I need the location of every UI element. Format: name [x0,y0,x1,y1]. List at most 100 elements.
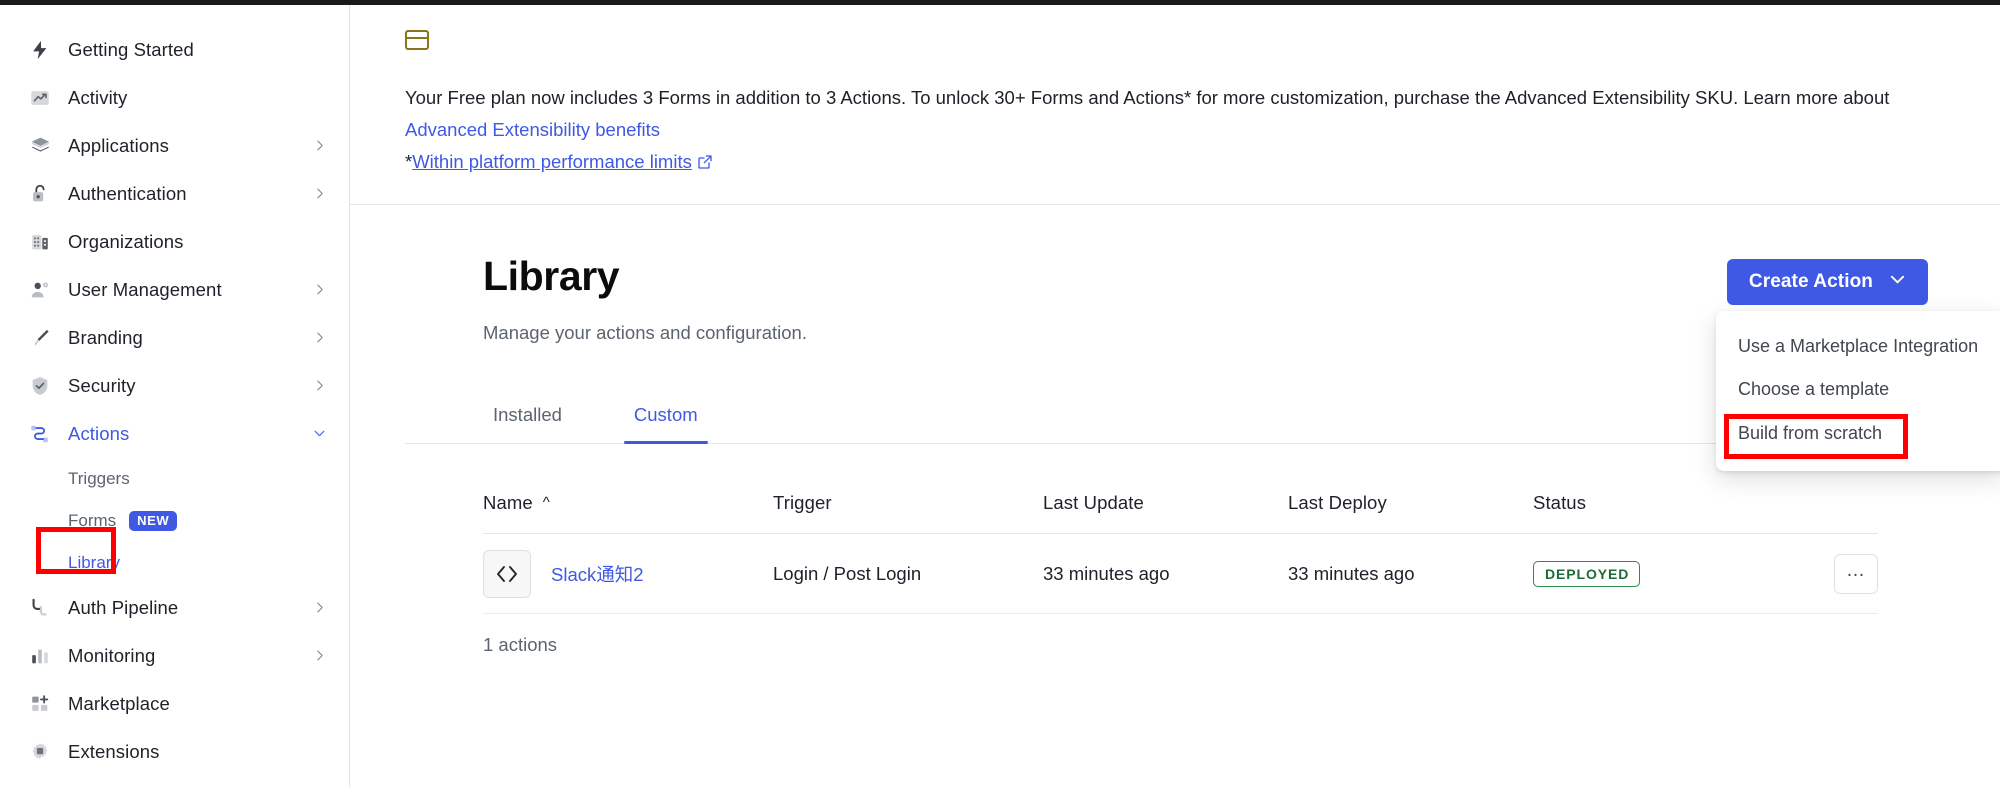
page-title: Library [483,253,620,299]
create-action-button[interactable]: Create Action [1726,259,1928,305]
pipeline-icon [28,596,52,620]
cell-name: Slack通知2 [483,549,773,598]
column-header-name[interactable]: Name ^ [483,492,773,514]
sidebar-item-applications[interactable]: Applications [0,122,349,170]
column-header-trigger: Trigger [773,491,832,513]
gear-chip-icon [28,740,52,764]
column-header-last-deploy: Last Deploy [1288,491,1387,513]
sidebar-item-label: Auth Pipeline [68,597,179,618]
grid-plus-icon [28,692,52,716]
paintbrush-icon [28,326,52,350]
sidebar-item-label: Branding [68,327,143,348]
ellipsis-icon: … [1846,559,1866,581]
sidebar: Getting Started Activity Applications Au… [0,0,350,787]
create-action-dropdown-menu: Use a Marketplace Integration Choose a t… [1716,311,2000,472]
sidebar-item-security[interactable]: Security [0,362,349,410]
app-root: Getting Started Activity Applications Au… [0,0,2000,787]
column-header-last-update: Last Update [1043,491,1144,513]
user-gear-icon [28,278,52,302]
shield-check-icon [28,374,52,398]
sidebar-item-monitoring[interactable]: Monitoring [0,632,349,680]
chevron-down-icon [1889,271,1906,294]
sidebar-item-organizations[interactable]: Organizations [0,218,349,266]
sidebar-item-user-management[interactable]: User Management [0,266,349,314]
row-actions-menu-button[interactable]: … [1834,553,1878,594]
sidebar-item-marketplace[interactable]: Marketplace [0,680,349,728]
code-brackets-icon [483,549,531,598]
banner-message-text: Your Free plan now includes 3 Forms in a… [405,87,1890,108]
banner-message: Your Free plan now includes 3 Forms in a… [405,82,1960,180]
sidebar-subitem-label: Library [68,553,120,572]
table-footer-count: 1 actions [483,634,558,656]
sidebar-item-getting-started[interactable]: Getting Started [0,26,349,74]
page-header-row: Library Manage your actions and configur… [405,253,2000,472]
menu-item-choose-a-template[interactable]: Choose a template [1716,368,2000,411]
chevron-right-icon [313,139,327,153]
chevron-right-icon [313,379,327,393]
sidebar-subitem-library[interactable]: Library [0,542,349,584]
sidebar-item-label: Marketplace [68,693,170,714]
sidebar-subitem-label: Triggers [68,469,130,488]
activity-chart-icon [28,86,52,110]
menu-item-use-marketplace-integration[interactable]: Use a Marketplace Integration [1716,325,2000,368]
sidebar-item-authentication[interactable]: Authentication [0,170,349,218]
column-header-status: Status [1533,491,1587,513]
tab-custom[interactable]: Custom [623,404,708,445]
advanced-extensibility-benefits-link[interactable]: Advanced Extensibility benefits [405,119,660,140]
page-header-left: Library Manage your actions and configur… [405,253,1727,344]
chevron-right-icon [313,331,327,345]
sidebar-item-label: User Management [68,279,222,300]
sort-ascending-icon: ^ [542,494,550,512]
chevron-right-icon [313,601,327,615]
library-page: Library Manage your actions and configur… [350,205,2000,656]
tab-installed[interactable]: Installed [483,404,572,443]
cell-trigger: Login / Post Login [773,562,922,584]
chevron-right-icon [313,187,327,201]
chevron-right-icon [313,649,327,663]
sidebar-item-label: Getting Started [68,39,194,60]
building-icon [28,230,52,254]
main-content: Your Free plan now includes 3 Forms in a… [350,0,2000,787]
sidebar-subitem-triggers[interactable]: Triggers [0,458,349,500]
actions-table: Name ^ Trigger Last Update Last Deploy S… [405,490,1928,615]
sidebar-item-activity[interactable]: Activity [0,74,349,122]
platform-performance-limits-link[interactable]: Within platform performance limits [412,151,692,172]
sidebar-item-label: Security [68,375,136,396]
sidebar-item-label: Authentication [68,183,187,204]
status-badge: DEPLOYED [1533,560,1641,587]
sidebar-item-label: Actions [68,423,130,444]
sidebar-item-auth-pipeline[interactable]: Auth Pipeline [0,584,349,632]
cell-last-update: 33 minutes ago [1043,562,1170,584]
actions-flow-icon [28,422,52,446]
layers-icon [28,134,52,158]
create-action-area: Create Action Use a Marketplace Integrat… [1716,259,2000,472]
cell-status: DEPLOYED [1533,560,1834,587]
sidebar-item-label: Extensions [68,741,160,762]
sidebar-item-label: Monitoring [68,645,156,666]
sidebar-item-label: Activity [68,87,128,108]
sidebar-item-actions[interactable]: Actions [0,410,349,458]
sidebar-item-label: Applications [68,135,169,156]
action-name-link[interactable]: Slack通知2 [551,561,644,587]
browser-top-strip [0,0,2000,5]
column-header-name-label: Name [483,491,533,513]
sidebar-item-extensions[interactable]: Extensions [0,728,349,776]
sidebar-item-label: Organizations [68,231,184,252]
sidebar-item-branding[interactable]: Branding [0,314,349,362]
new-badge: NEW [129,511,178,531]
page-subtitle: Manage your actions and configuration. [483,322,807,344]
sidebar-subitem-label: Forms [68,511,117,530]
bolt-icon [28,38,52,62]
chevron-down-icon [313,427,327,441]
cell-last-deploy: 33 minutes ago [1288,562,1415,584]
table-header-row: Name ^ Trigger Last Update Last Deploy S… [483,490,1878,535]
menu-item-build-from-scratch[interactable]: Build from scratch [1716,412,2000,455]
upsell-banner: Your Free plan now includes 3 Forms in a… [350,0,2000,205]
external-link-icon [697,148,713,180]
sidebar-subitem-forms[interactable]: Forms NEW [0,500,349,542]
create-action-label: Create Action [1748,271,1873,292]
bar-chart-icon [28,644,52,668]
table-row: Slack通知2 Login / Post Login 33 minutes a… [483,534,1878,615]
library-tabs: Installed Custom [405,404,1928,445]
lock-open-icon [28,182,52,206]
